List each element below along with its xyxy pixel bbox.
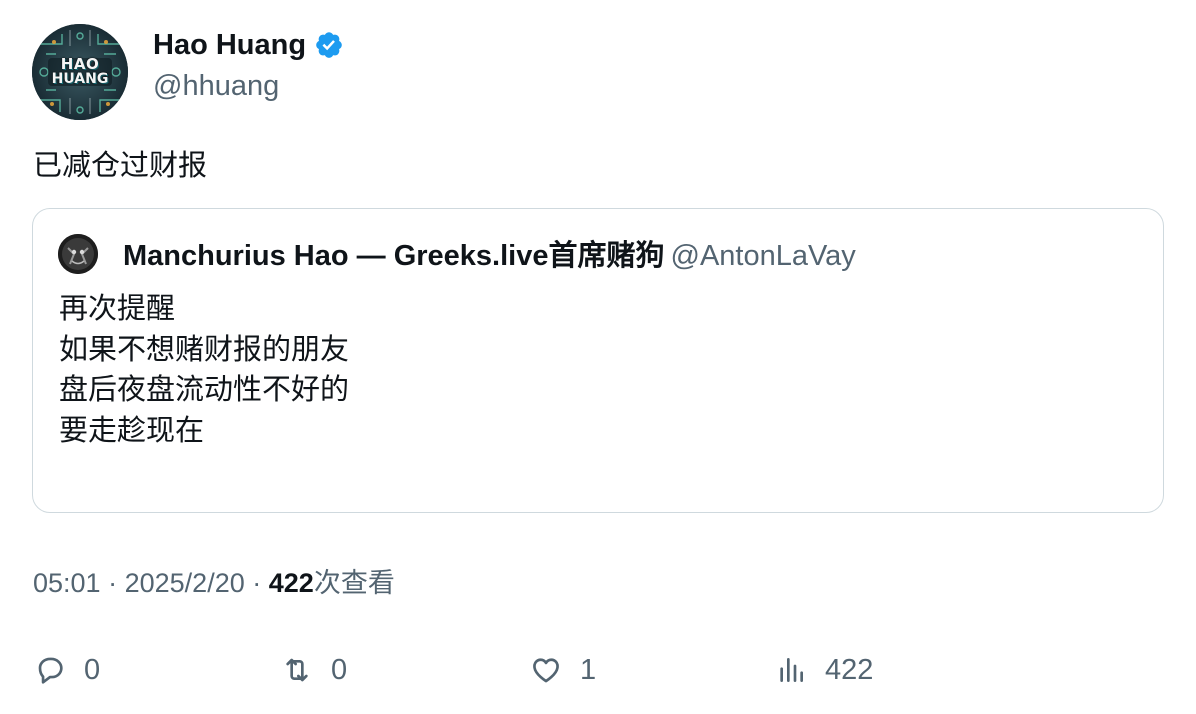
quote-line: 盘后夜盘流动性不好的 (59, 374, 350, 406)
action-bar: 0 0 1 422 (0, 648, 1196, 692)
avatar-image (32, 24, 128, 120)
analytics-icon (780, 658, 803, 682)
quote-line: 如果不想赌财报的朋友 (59, 333, 350, 366)
quote-author-avatar (58, 234, 98, 274)
heart-icon (533, 658, 559, 683)
quote-text: 再次提醒 如果不想赌财报的朋友 盘后夜盘流动性不好的 要走趁现在 (59, 289, 349, 451)
quote-line: 要走趁现在 (59, 414, 205, 447)
retweet-count: 0 (331, 653, 348, 686)
meta-separator: · (108, 568, 118, 598)
views-count: 422 (268, 568, 314, 598)
views-action-count: 422 (825, 653, 874, 686)
reply-count: 0 (84, 653, 101, 686)
author-name-row[interactable]: Hao Huang (153, 27, 344, 63)
author-handle[interactable]: @hhuang (153, 68, 279, 104)
quote-header: Manchurius Hao — Greeks.live首席赌狗 @AntonLa… (123, 238, 856, 274)
retweet-button[interactable]: 0 (281, 648, 347, 692)
retweet-icon (286, 658, 308, 682)
tweet-text: 已减仓过财报 (33, 150, 208, 182)
like-count: 1 (580, 653, 597, 686)
reply-button[interactable]: 0 (34, 648, 100, 692)
reply-icon (38, 657, 63, 684)
views-label: 次查看 (313, 568, 395, 598)
quote-author-name[interactable]: Manchurius Hao — Greeks.live首席赌狗 (123, 240, 665, 272)
quoted-tweet-card[interactable]: Manchurius Hao — Greeks.live首席赌狗 @AntonLa… (32, 208, 1164, 513)
meta-separator: · (252, 568, 262, 598)
tweet-meta: 05:01 · 2025/2/20 · 422次查看 (33, 565, 395, 601)
author-avatar[interactable] (32, 24, 128, 120)
quote-line: 再次提醒 (59, 293, 176, 325)
like-button[interactable]: 1 (530, 648, 596, 692)
tweet-date[interactable]: 2025/2/20 (125, 568, 245, 598)
tweet-time[interactable]: 05:01 (33, 568, 101, 598)
verified-badge-icon (314, 30, 344, 60)
author-name[interactable]: Hao Huang (153, 27, 306, 63)
views-button[interactable]: 422 (775, 648, 873, 692)
quote-author-handle[interactable]: @AntonLaVay (671, 240, 856, 272)
